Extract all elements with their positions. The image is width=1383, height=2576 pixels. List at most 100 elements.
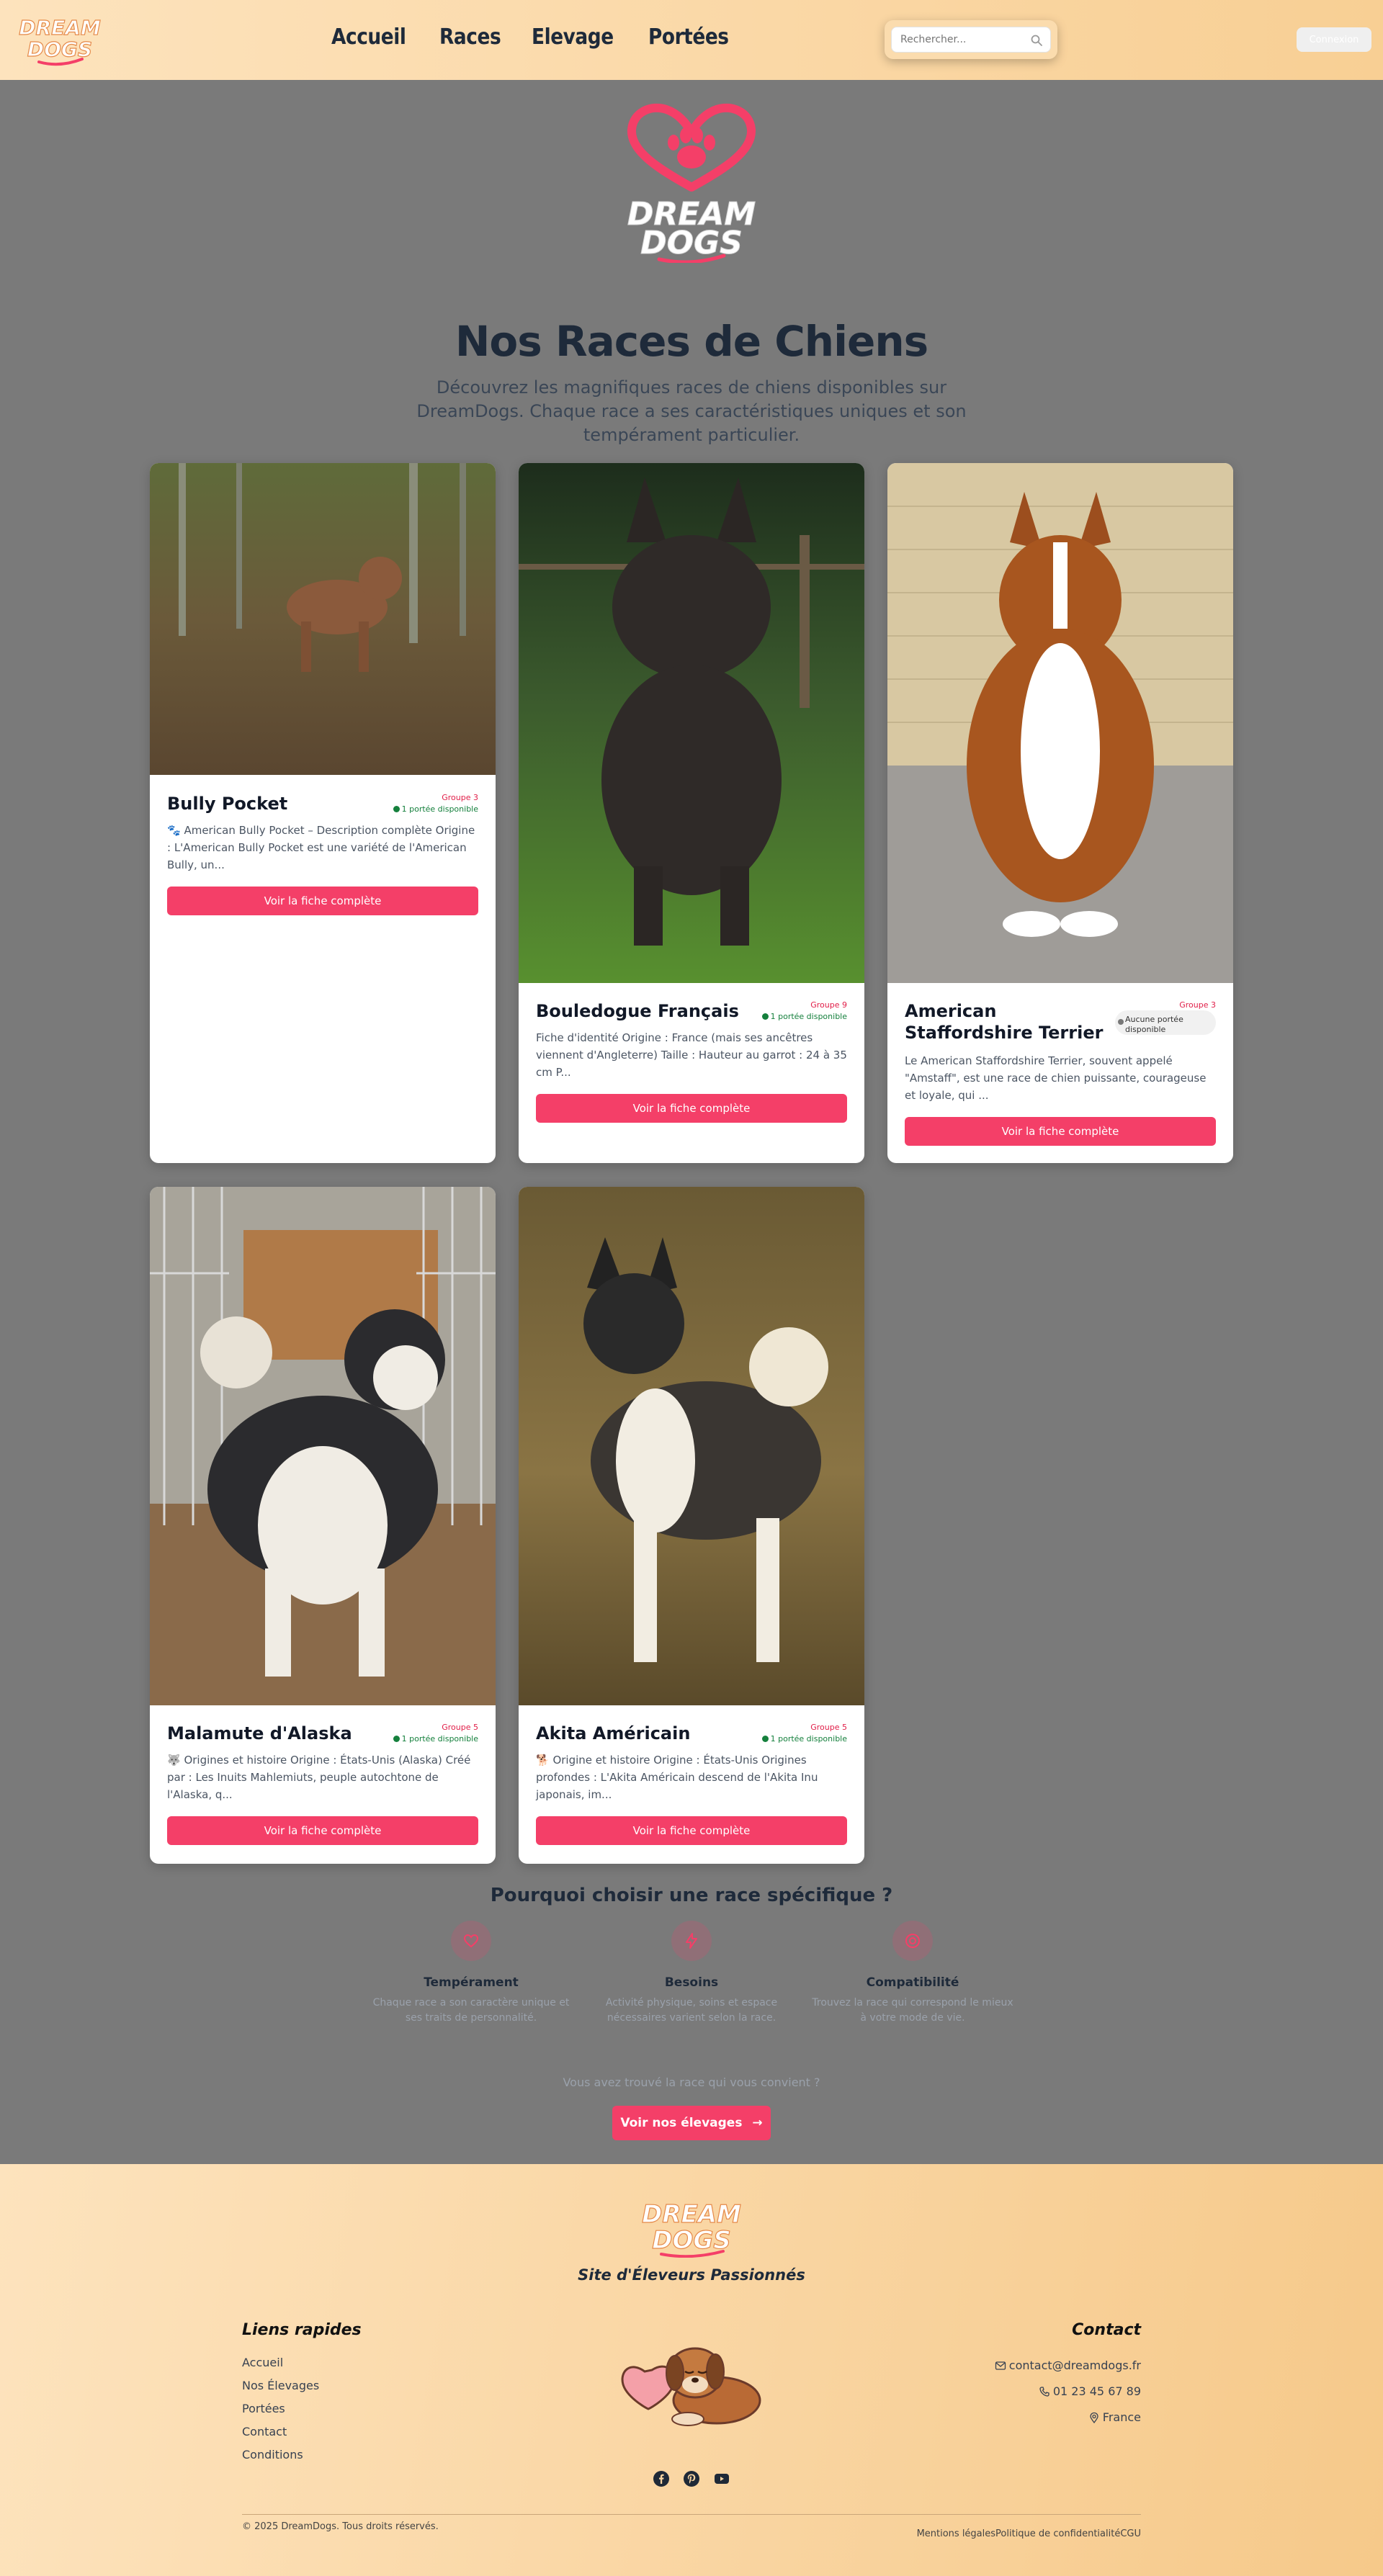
feature-icon-wrap — [451, 1921, 491, 1961]
quick-links: Accueil Nos Élevages Portées Contact Con… — [242, 2351, 319, 2467]
breed-card[interactable]: Akita Américain Groupe 5 1 portée dispon… — [519, 1187, 864, 1864]
feature-text: Chaque race a son caractère unique et se… — [372, 1997, 570, 2024]
availability-badge: Aucune portée disponible — [1115, 1010, 1216, 1035]
view-breed-button[interactable]: Voir la fiche complète — [167, 1816, 478, 1845]
feature-text: Activité physique, soins et espace néces… — [605, 1997, 778, 2024]
svg-text:DOGS: DOGS — [652, 2226, 731, 2255]
search-box — [891, 27, 1051, 53]
breed-name: Akita Américain — [536, 1723, 691, 1743]
site-header: DREAM DOGS Accueil Races Elevage Portées… — [0, 0, 1383, 80]
search-container — [885, 20, 1057, 59]
nav-elevage[interactable]: Elevage — [532, 24, 614, 50]
why-title: Pourquoi choisir une race spécifique ? — [490, 1885, 893, 1906]
view-breed-button[interactable]: Voir la fiche complète — [905, 1117, 1216, 1146]
legal-mentions-link[interactable]: Mentions légales — [917, 2528, 995, 2539]
view-breed-button[interactable]: Voir la fiche complète — [167, 887, 478, 915]
breed-card[interactable]: Malamute d'Alaska Groupe 5 1 portée disp… — [150, 1187, 496, 1864]
breed-description: 🐺 Origines et histoire Origine : États-U… — [167, 1754, 471, 1801]
available-dot-icon — [393, 806, 400, 812]
feature-title: Tempérament — [424, 1975, 519, 1990]
view-breed-button[interactable]: Voir la fiche complète — [536, 1094, 847, 1123]
social-links — [0, 2470, 1383, 2487]
feature-besoins: Besoins Activité physique, soins et espa… — [591, 1921, 792, 2026]
site-footer: DREAM DOGS Site d'Éleveurs Passionnés Li… — [0, 2164, 1383, 2576]
breed-photo-akita — [519, 1187, 864, 1705]
mail-icon — [995, 2361, 1006, 2370]
contact-info: contact@dreamdogs.fr 01 23 45 67 89 Fran… — [995, 2353, 1141, 2431]
heart-icon — [463, 1934, 479, 1948]
see-breeders-button[interactable]: Voir nos élevages → — [612, 2106, 771, 2140]
cgu-link[interactable]: CGU — [1120, 2528, 1141, 2539]
page-subtitle: Découvrez les magnifiques races de chien… — [416, 377, 967, 445]
breed-name: Bully Pocket — [167, 794, 288, 814]
search-input[interactable] — [892, 27, 1029, 52]
copyright: © 2025 DreamDogs. Tous droits réservés. — [242, 2521, 439, 2532]
feature-title: Besoins — [664, 1975, 719, 1990]
footer-link-contact[interactable]: Contact — [242, 2420, 319, 2443]
footer-link-accueil[interactable]: Accueil — [242, 2351, 319, 2374]
privacy-policy-link[interactable]: Politique de confidentialité — [995, 2528, 1120, 2539]
pinterest-icon[interactable] — [683, 2470, 700, 2487]
nav-races[interactable]: Races — [439, 24, 501, 50]
search-icon[interactable] — [1030, 34, 1043, 47]
svg-text:DREAM: DREAM — [19, 16, 101, 40]
breed-description: Fiche d'identité Origine : France (mais … — [536, 1031, 847, 1079]
footer-tagline: Site d'Éleveurs Passionnés — [578, 2266, 805, 2284]
svg-text:DOGS: DOGS — [640, 225, 743, 261]
breed-photo-bouledogue — [519, 463, 864, 983]
availability-badge: 1 portée disponible — [761, 1734, 847, 1743]
youtube-icon[interactable] — [713, 2470, 730, 2487]
found-breed-text: Vous avez trouvé la race qui vous convie… — [563, 2075, 820, 2089]
view-breed-button[interactable]: Voir la fiche complète — [536, 1816, 847, 1845]
contact-phone[interactable]: 01 23 45 67 89 — [995, 2379, 1141, 2405]
breed-card[interactable]: Bully Pocket Groupe 3 1 portée disponibl… — [150, 463, 496, 1163]
login-button[interactable]: Connexion — [1297, 27, 1371, 52]
contact-location: France — [995, 2405, 1141, 2431]
availability-badge: 1 portée disponible — [393, 804, 478, 814]
nav-accueil[interactable]: Accueil — [331, 24, 406, 50]
breed-group: Groupe 5 — [442, 1723, 478, 1732]
breed-group: Groupe 5 — [810, 1723, 847, 1732]
legal-links: Mentions légales Politique de confidenti… — [917, 2528, 1141, 2539]
footer-divider — [242, 2514, 1141, 2515]
main-nav: Accueil Races Elevage Portées — [331, 24, 739, 50]
breed-description: 🐕 Origine et histoire Origine : États-Un… — [536, 1754, 818, 1801]
svg-text:DREAM: DREAM — [642, 2200, 741, 2229]
footer-link-conditions[interactable]: Conditions — [242, 2443, 319, 2467]
feature-text: Trouvez la race qui correspond le mieux … — [812, 1997, 1013, 2024]
svg-text:DOGS: DOGS — [27, 37, 92, 61]
contact-email[interactable]: contact@dreamdogs.fr — [995, 2353, 1141, 2379]
feature-icon-wrap — [892, 1921, 933, 1961]
availability-badge: 1 portée disponible — [393, 1734, 478, 1743]
unavailable-dot-icon — [1118, 1019, 1124, 1025]
available-dot-icon — [393, 1736, 400, 1742]
map-pin-icon — [1090, 2412, 1098, 2423]
feature-icon-wrap — [671, 1921, 712, 1961]
hero-logo: DREAM DOGS — [627, 103, 756, 263]
breed-card[interactable]: American Staffordshire Terrier Groupe 3 … — [887, 463, 1233, 1163]
breed-name: American Staffordshire Terrier — [905, 1001, 1104, 1043]
available-dot-icon — [761, 1736, 769, 1742]
phone-icon — [1039, 2387, 1049, 2397]
breed-description: Le American Staffordshire Terrier, souve… — [905, 1054, 1207, 1102]
available-dot-icon — [761, 1013, 769, 1020]
contact-title: Contact — [1072, 2321, 1141, 2339]
feature-title: Compatibilité — [866, 1975, 959, 1990]
nav-portees[interactable]: Portées — [648, 24, 729, 50]
footer-logo[interactable]: DREAM DOGS — [640, 2196, 743, 2258]
breed-photo-malamute — [150, 1187, 496, 1705]
lightning-icon — [686, 1933, 697, 1949]
sleeping-dog-illustration — [621, 2347, 761, 2426]
breed-photo-amstaff — [887, 463, 1233, 983]
page-title: Nos Races de Chiens — [455, 317, 928, 366]
facebook-icon[interactable] — [653, 2470, 670, 2487]
footer-link-elevages[interactable]: Nos Élevages — [242, 2374, 319, 2397]
breed-description: 🐾 American Bully Pocket – Description co… — [167, 824, 475, 871]
breed-group: Groupe 3 — [1179, 1000, 1216, 1010]
feature-compatibilite: Compatibilité Trouvez la race qui corres… — [812, 1921, 1013, 2026]
dreamdogs-logo[interactable]: DREAM DOGS — [17, 12, 102, 68]
breed-card[interactable]: Bouledogue Français Groupe 9 1 portée di… — [519, 463, 864, 1163]
target-icon — [905, 1934, 920, 1948]
breed-group: Groupe 9 — [810, 1000, 847, 1010]
footer-link-portees[interactable]: Portées — [242, 2397, 319, 2420]
